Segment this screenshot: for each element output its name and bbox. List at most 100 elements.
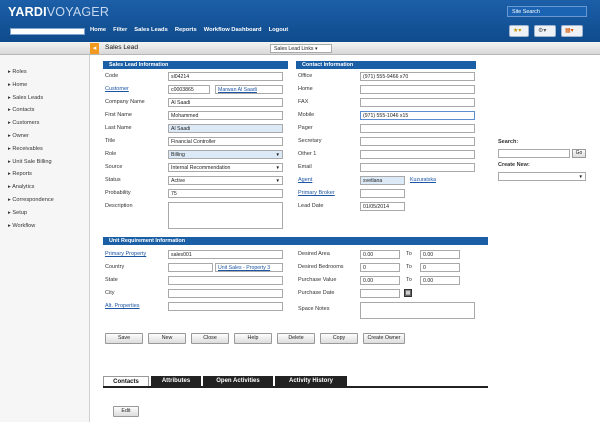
settings-gear-icon[interactable]: ⚙▾	[534, 25, 556, 37]
city-label: City	[105, 290, 115, 296]
sales-lead-links-dropdown[interactable]: Sales Lead Links ▾	[270, 44, 332, 53]
nav-workflow-dashboard[interactable]: Workflow Dashboard	[204, 27, 262, 33]
purchase-value-to[interactable]: 0.00	[420, 276, 460, 285]
desired-area-from[interactable]: 0.00	[360, 250, 400, 259]
fax-field[interactable]	[360, 98, 475, 107]
space-notes-textarea[interactable]	[360, 302, 475, 319]
calendar-icon[interactable]: ▦	[404, 289, 412, 297]
purchase-date-field[interactable]	[360, 289, 400, 298]
nav-reports[interactable]: Reports	[175, 27, 197, 33]
city-field[interactable]	[168, 289, 283, 298]
desired-bedrooms-from[interactable]: 0	[360, 263, 400, 272]
desired-bedrooms-to[interactable]: 0	[420, 263, 460, 272]
collapse-sidebar-icon[interactable]: ◂	[90, 43, 99, 54]
last-name-field[interactable]: Al Saadi	[168, 124, 283, 133]
probability-field[interactable]: 75	[168, 189, 283, 198]
primary-broker-field[interactable]	[360, 189, 405, 198]
quick-search-input[interactable]	[10, 28, 85, 35]
pager-field[interactable]	[360, 124, 475, 133]
title-field[interactable]: Financial Controller	[168, 137, 283, 146]
description-textarea[interactable]	[168, 202, 283, 229]
app-logo: YARDIVOYAGER	[8, 5, 110, 19]
alt-properties-field[interactable]	[168, 302, 283, 311]
sidebar-item-receivables[interactable]: ▸ Receivables	[8, 146, 54, 159]
customer-link[interactable]: Customer	[105, 86, 129, 92]
title-label: Title	[105, 138, 116, 144]
nav-logout[interactable]: Logout	[269, 27, 289, 33]
code-field[interactable]: sl04214	[168, 72, 283, 81]
sidebar-item-owner[interactable]: ▸ Owner	[8, 133, 54, 146]
edit-button[interactable]: Edit	[113, 406, 139, 417]
status-label: Status	[105, 177, 121, 183]
new-button[interactable]: New	[148, 333, 186, 344]
site-search-input[interactable]: Site Search	[507, 6, 587, 17]
agent-name-link[interactable]: Kuzuratska	[408, 176, 475, 185]
sidebar-item-analytics[interactable]: ▸ Analytics	[8, 184, 54, 197]
country-label: Country	[105, 264, 125, 270]
customer-name-link[interactable]: Marwan Al Saadi	[215, 85, 283, 94]
favorites-star-icon[interactable]: ★▾	[509, 25, 529, 37]
primary-broker-link[interactable]: Primary Broker	[298, 190, 335, 196]
first-name-field[interactable]: Mohammed	[168, 111, 283, 120]
role-select[interactable]: Billing ▼	[168, 150, 283, 159]
mobile-field[interactable]: (971) 555-1046 x15	[360, 111, 475, 120]
to-label: To	[406, 277, 412, 283]
sidebar-item-contacts[interactable]: ▸ Contacts	[8, 107, 54, 120]
first-name-label: First Name	[105, 112, 132, 118]
purchase-value-from[interactable]: 0.00	[360, 276, 400, 285]
country-field[interactable]	[168, 263, 213, 272]
to-label: To	[406, 251, 412, 257]
go-button[interactable]: Go	[572, 149, 586, 158]
contact-section-header: Contact Information	[296, 61, 476, 69]
agent-link[interactable]: Agent	[298, 177, 312, 183]
main-nav: Home Filter Sales Leads Reports Workflow…	[90, 27, 288, 33]
primary-property-field[interactable]: sales001	[168, 250, 283, 259]
chevron-down-icon: ▼	[578, 174, 583, 179]
sidebar-item-setup[interactable]: ▸ Setup	[8, 210, 54, 223]
secretary-field[interactable]	[360, 137, 475, 146]
unit-sales-property-link[interactable]: Unit Sales - Property 3	[215, 263, 283, 272]
pager-label: Pager	[298, 125, 313, 131]
right-search-input[interactable]	[498, 149, 570, 158]
close-button[interactable]: Close	[191, 333, 229, 344]
state-field[interactable]	[168, 276, 283, 285]
status-select[interactable]: Active ▼	[168, 176, 283, 185]
sidebar: ▸ Roles ▸ Home ▸ Sales Leads ▸ Contacts …	[0, 55, 90, 422]
create-owner-button[interactable]: Create Owner	[363, 333, 405, 344]
delete-button[interactable]: Delete	[277, 333, 315, 344]
chevron-down-icon: ▼	[275, 178, 280, 183]
email-field[interactable]	[360, 163, 475, 172]
sidebar-item-home[interactable]: ▸ Home	[8, 82, 54, 95]
source-select[interactable]: Internal Recommendation ▼	[168, 163, 283, 172]
nav-sales-leads[interactable]: Sales Leads	[134, 27, 168, 33]
sidebar-item-workflow[interactable]: ▸ Workflow	[8, 223, 54, 236]
agent-code-field[interactable]: svetlana	[360, 176, 405, 185]
copy-button[interactable]: Copy	[320, 333, 358, 344]
sidebar-item-reports[interactable]: ▸ Reports	[8, 171, 54, 184]
nav-filter[interactable]: Filter	[113, 27, 127, 33]
lead-date-field[interactable]: 01/05/2014	[360, 202, 405, 211]
alt-properties-link[interactable]: Alt. Properties	[105, 303, 140, 309]
source-label: Source	[105, 164, 123, 170]
sidebar-item-correspondence[interactable]: ▸ Correspondence	[8, 197, 54, 210]
other-field[interactable]	[360, 150, 475, 159]
home-field[interactable]	[360, 85, 475, 94]
company-name-field[interactable]: Al Saadi	[168, 98, 283, 107]
sidebar-item-sales-leads[interactable]: ▸ Sales Leads	[8, 95, 54, 108]
description-label: Description	[105, 203, 133, 209]
customer-code-field[interactable]: c0003865	[168, 85, 210, 94]
page-title: Sales Lead	[105, 44, 138, 51]
desired-area-to[interactable]: 0.00	[420, 250, 460, 259]
save-button[interactable]: Save	[105, 333, 143, 344]
office-label: Office	[298, 73, 313, 79]
apps-grid-icon[interactable]: ▦▾	[561, 25, 583, 37]
help-button[interactable]: Help	[234, 333, 272, 344]
sidebar-item-customers[interactable]: ▸ Customers	[8, 120, 54, 133]
create-new-select[interactable]: ▼	[498, 172, 586, 181]
nav-home[interactable]: Home	[90, 27, 106, 33]
primary-property-link[interactable]: Primary Property	[105, 251, 146, 257]
sidebar-item-roles[interactable]: ▸ Roles	[8, 69, 54, 82]
sidebar-item-unit-sale-billing[interactable]: ▸ Unit Sale Billing	[8, 159, 54, 172]
other-label: Other 1	[298, 151, 317, 157]
office-field[interactable]: (971) 555-9466 x70	[360, 72, 475, 81]
